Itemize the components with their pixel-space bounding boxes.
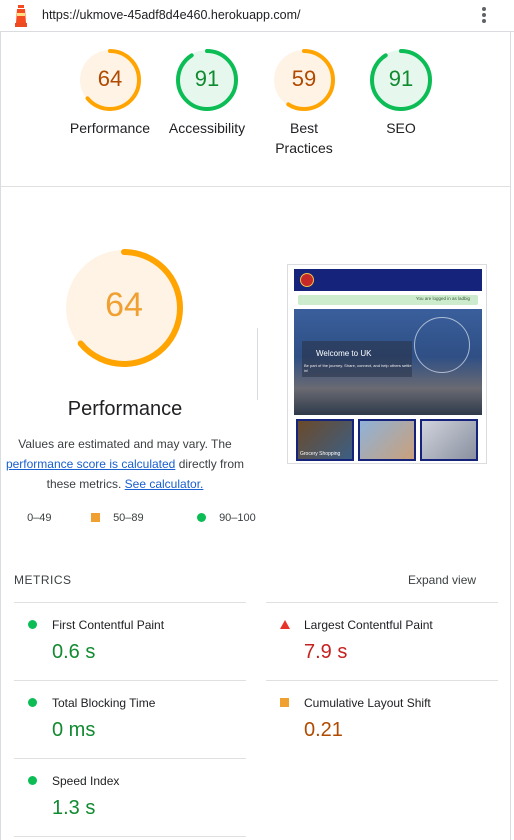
gauge-seo-label: SEO — [386, 120, 416, 136]
metric-lcp-value: 7.9 s — [304, 641, 348, 663]
address-bar: https://ukmove-45adf8d4e460.herokuapp.co… — [0, 0, 514, 32]
lighthouse-icon — [15, 5, 27, 27]
gauge-performance[interactable]: 64 Performance — [60, 48, 160, 138]
thumb-card-grocery-label: Grocery Shopping — [300, 451, 341, 457]
expand-view-toggle[interactable]: Expand view — [408, 573, 476, 587]
thumb-logo-icon — [300, 273, 314, 287]
metric-cls: Cumulative Layout Shift 0.21 — [266, 680, 498, 758]
metric-si-value: 1.3 s — [52, 797, 96, 819]
performance-desc-line2: performance score is calculated directly… — [0, 454, 250, 474]
average-square-icon — [280, 698, 289, 707]
metric-lcp-title: Largest Contentful Paint — [304, 618, 433, 632]
legend-average: 50–89 — [91, 512, 144, 524]
thumb-hero-subtitle: Be part of the journey. Share, connect, … — [304, 363, 412, 373]
gauge-accessibility[interactable]: 91 Accessibility — [157, 48, 257, 138]
thumb-alert: You are logged in as ladbig — [298, 295, 478, 305]
fail-triangle-icon — [14, 513, 24, 522]
gauge-best-practices-label-line2: Practices — [275, 140, 333, 156]
metric-lcp: Largest Contentful Paint 7.9 s — [266, 602, 498, 680]
thumb-card-grocery: Grocery Shopping — [296, 419, 354, 461]
legend-fail: 0–49 — [14, 512, 52, 524]
performance-desc-text3: these metrics. — [46, 477, 122, 491]
more-options-icon[interactable] — [476, 5, 492, 27]
metric-tbt: Total Blocking Time 0 ms — [14, 680, 246, 758]
vertical-divider — [257, 328, 258, 400]
pass-circle-icon — [197, 513, 206, 522]
metric-fcp-value: 0.6 s — [52, 641, 96, 663]
gauge-best-practices-label: Best Practices — [254, 118, 354, 158]
gauge-performance-score: 64 — [97, 66, 123, 91]
performance-description: Values are estimated and may vary. The p… — [0, 434, 250, 494]
thumb-london-eye-icon — [414, 317, 470, 373]
thumb-card-community — [420, 419, 478, 461]
metric-cls-value: 0.21 — [304, 719, 343, 741]
page-url[interactable]: https://ukmove-45adf8d4e460.herokuapp.co… — [42, 8, 301, 22]
performance-title: Performance — [67, 398, 183, 420]
score-calculated-link[interactable]: performance score is calculated — [6, 457, 175, 471]
gauge-seo[interactable]: 91 SEO — [351, 48, 451, 138]
metric-cls-title: Cumulative Layout Shift — [304, 696, 431, 710]
gauge-accessibility-score: 91 — [194, 66, 220, 91]
metrics-heading: METRICS — [14, 573, 72, 587]
legend-pass: 90–100 — [197, 512, 256, 524]
pass-circle-icon — [28, 776, 37, 785]
gauge-best-practices[interactable]: 59 Best Practices — [254, 48, 354, 158]
performance-score: 64 — [105, 286, 143, 324]
see-calculator-link[interactable]: See calculator. — [125, 477, 204, 491]
gauge-best-practices-score: 59 — [291, 66, 317, 91]
metrics-bottom-rule — [14, 836, 246, 840]
section-divider — [1, 186, 510, 187]
performance-desc-text2: directly from — [178, 457, 245, 471]
fail-triangle-icon — [280, 620, 290, 629]
gauge-performance-label: Performance — [69, 120, 151, 136]
legend-fail-label: 0–49 — [27, 512, 52, 524]
gauge-seo-score: 91 — [388, 66, 414, 91]
legend-average-label: 50–89 — [113, 512, 144, 524]
thumb-alert-text: You are logged in as ladbig — [415, 296, 470, 301]
panel-border-right — [510, 32, 511, 840]
legend-pass-label: 90–100 — [219, 512, 256, 524]
metric-si: Speed Index 1.3 s — [14, 758, 246, 836]
final-screenshot-thumbnail[interactable]: You are logged in as ladbig Welcome to U… — [287, 264, 487, 464]
performance-desc-line3: these metrics. See calculator. — [0, 474, 250, 494]
thumb-hero-image: Welcome to UK Be part of the journey. Sh… — [294, 309, 482, 415]
metric-si-title: Speed Index — [52, 774, 120, 788]
metric-tbt-value: 0 ms — [52, 719, 96, 741]
thumb-card-housing — [358, 419, 416, 461]
metric-tbt-title: Total Blocking Time — [52, 696, 156, 710]
metric-fcp: First Contentful Paint 0.6 s — [14, 602, 246, 680]
metric-fcp-title: First Contentful Paint — [52, 618, 165, 632]
pass-circle-icon — [28, 620, 37, 629]
thumb-navbar — [294, 269, 482, 291]
performance-desc-line1: Values are estimated and may vary. The — [18, 437, 232, 451]
thumb-hero-title: Welcome to UK — [316, 349, 372, 358]
pass-circle-icon — [28, 698, 37, 707]
gauge-best-practices-label-line1: Best — [289, 120, 318, 136]
gauge-accessibility-label: Accessibility — [168, 120, 246, 136]
average-square-icon — [91, 513, 100, 522]
